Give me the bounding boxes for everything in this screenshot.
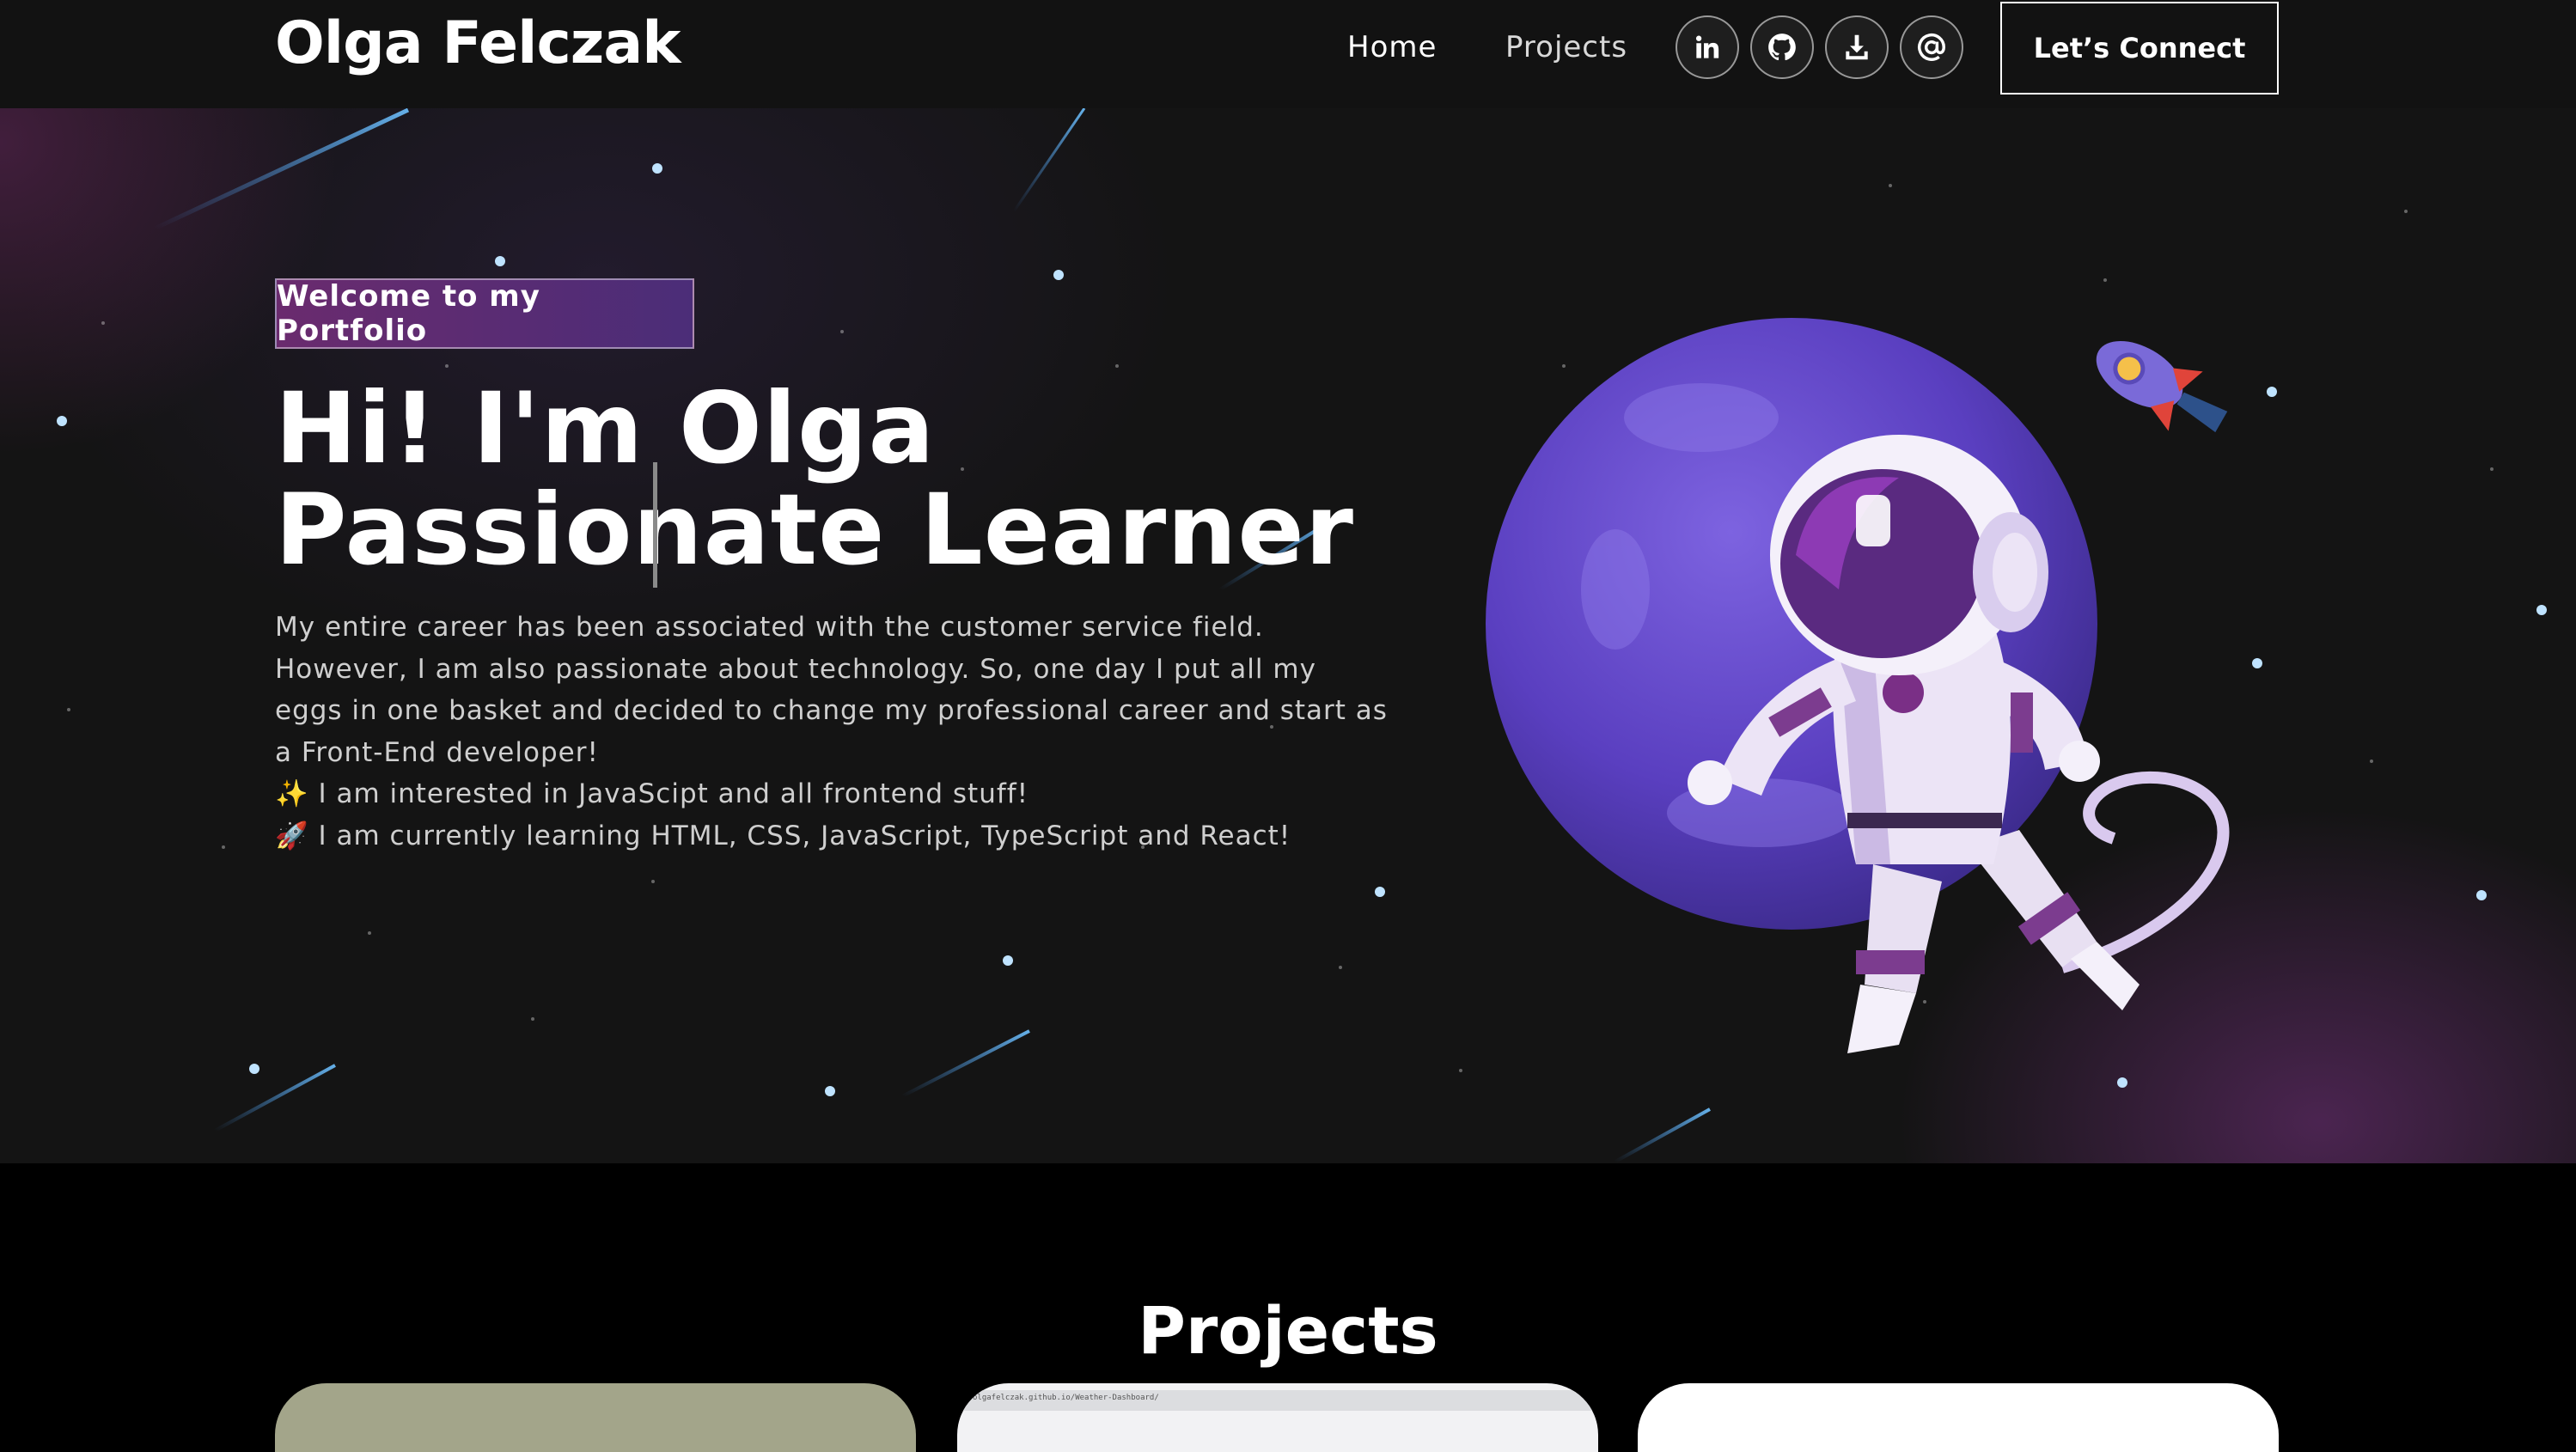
project-card-url: olgafelczak.github.io/Weather-Dashboard/	[973, 1394, 1159, 1402]
hero-banner: Welcome to my Portfolio Hi! I'm Olga Pas…	[0, 108, 2576, 1163]
download-icon[interactable]	[1825, 15, 1889, 79]
welcome-tagline: Welcome to my Portfolio	[275, 278, 694, 349]
lets-connect-button[interactable]: Let’s Connect	[2000, 2, 2279, 95]
projects-heading: Projects	[1138, 1292, 1438, 1369]
linkedin-icon[interactable]	[1676, 15, 1739, 79]
bio-interest-line: ✨ I am interested in JavaScipt and all f…	[275, 778, 1029, 809]
site-logo[interactable]: Olga Felczak	[275, 5, 681, 82]
project-card-3[interactable]	[1638, 1383, 2279, 1452]
typing-cursor	[653, 462, 657, 588]
astronaut-illustration	[1486, 318, 2230, 1053]
navbar: Olga Felczak Home Projects Let’s Connect	[0, 0, 2576, 108]
bio-learning-line: 🚀 I am currently learning HTML, CSS, Jav…	[275, 820, 1291, 851]
hero-bio: My entire career has been associated wit…	[275, 607, 1392, 857]
hero-headline: Hi! I'm Olga Passionate Learner	[275, 371, 1354, 587]
project-card-2[interactable]: olgafelczak.github.io/Weather-Dashboard/	[957, 1383, 1598, 1452]
github-icon[interactable]	[1750, 15, 1814, 79]
bio-paragraph: My entire career has been associated wit…	[275, 612, 1388, 768]
at-sign-icon[interactable]	[1900, 15, 1963, 79]
rocket	[2096, 340, 2228, 433]
nav-link-home[interactable]: Home	[1347, 26, 1437, 69]
project-card-1[interactable]	[275, 1383, 916, 1452]
nav-link-projects[interactable]: Projects	[1505, 26, 1627, 69]
